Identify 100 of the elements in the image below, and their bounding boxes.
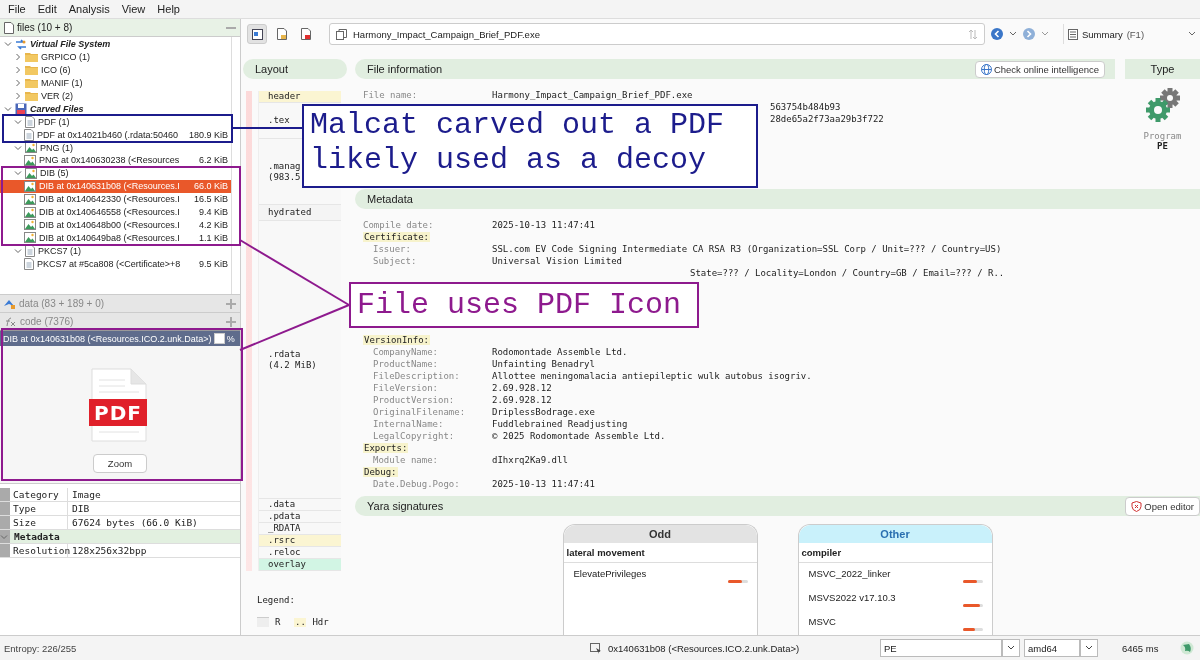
- image-icon: [24, 206, 36, 218]
- add-icon[interactable]: [226, 298, 236, 309]
- section-header: Layout: [243, 59, 347, 79]
- tree-item[interactable]: PNG at 0x140630238 (<Resources 6.2 KiB: [0, 154, 231, 167]
- pdf-label: PDF: [89, 399, 147, 426]
- field-label: Debug:: [363, 467, 398, 477]
- field-value: Allottee meningomalacia antiepileptic wulk autobus isogriv.: [492, 371, 812, 381]
- sort-icon[interactable]: [968, 28, 978, 40]
- folder-icon: [25, 65, 38, 76]
- field-label: FileDescription:: [372, 371, 461, 381]
- menu-item[interactable]: Analysis: [62, 2, 116, 16]
- tree-item[interactable]: GRPICO (1): [0, 50, 231, 64]
- zoom-button[interactable]: Zoom: [92, 454, 148, 473]
- type-format: PE: [1157, 141, 1168, 151]
- dropdown-button[interactable]: [1002, 639, 1020, 657]
- caret-icon: [1188, 31, 1196, 37]
- layout-section[interactable]: .reloc: [259, 547, 341, 559]
- layout-section[interactable]: .rsrc: [259, 535, 341, 547]
- image-icon: [25, 167, 37, 179]
- path-field[interactable]: Harmony_Impact_Campaign_Brief_PDF.exe: [329, 23, 985, 45]
- field-label: VersionInfo:: [363, 335, 431, 345]
- document-icon: [24, 257, 34, 270]
- architecture-field[interactable]: amd64: [1024, 639, 1080, 657]
- property-value: Image: [71, 489, 102, 500]
- tree-item[interactable]: DIB at 0x140648b00 (<Resources.I 4.2 KiB: [0, 218, 231, 232]
- rule-name: ElevatePrivileges: [573, 568, 648, 579]
- leader-line: [231, 127, 303, 129]
- tree-item[interactable]: DIB at 0x140649ba8 (<Resources.I 1.1 KiB: [0, 231, 231, 245]
- dropdown-button[interactable]: [1080, 639, 1098, 657]
- chevron-icon[interactable]: [14, 143, 22, 152]
- tree-item[interactable]: DIB (5): [0, 166, 231, 180]
- field-value: DriplessBodrage.exe: [492, 407, 595, 417]
- type-category: Program: [1143, 131, 1182, 141]
- file-icon: [301, 28, 311, 40]
- field-label: Module name:: [372, 455, 440, 465]
- property-name: Size: [10, 516, 68, 529]
- layout-section[interactable]: .pdata: [259, 511, 341, 523]
- caret-icon[interactable]: [1009, 31, 1017, 37]
- caret-icon[interactable]: [1041, 31, 1049, 37]
- menu-item[interactable]: Help: [151, 2, 186, 16]
- check-button[interactable]: Check online intelligence: [974, 60, 1105, 78]
- document-icon: [25, 115, 35, 128]
- tree-item[interactable]: PKCS7 at #5ca808 (<Certificate>+8 9.5 KiB: [0, 257, 231, 271]
- menu-item[interactable]: File: [2, 2, 32, 16]
- field-value: 2.69.928.12: [492, 395, 552, 405]
- field-value: 2025-10-13 11:47:41: [492, 220, 595, 230]
- function-icon: [4, 316, 16, 327]
- panel-title: files (10 + 8): [17, 22, 74, 33]
- tree-item[interactable]: DIB at 0x140631b08 (<Resources.I 66.0 KiB: [0, 179, 231, 193]
- field-label: LegalCopyright:: [372, 431, 456, 441]
- field-value: 563754b484b93: [770, 102, 841, 112]
- folder-icon: [25, 78, 38, 89]
- document-icon: [25, 244, 35, 257]
- view-dropdown[interactable]: Summary (F1): [1063, 24, 1200, 44]
- tree-item[interactable]: PNG (1): [0, 141, 231, 154]
- section-header: Metadata: [355, 189, 1200, 209]
- property-name: Category: [10, 488, 68, 501]
- layout-section[interactable]: hydrated: [259, 205, 341, 221]
- tree-item[interactable]: DIB at 0x140642330 (<Resources.I 16.5 KiB: [0, 192, 231, 206]
- field-label: OriginalFilename:: [372, 407, 467, 417]
- field-value: © 2025 Rodomontade Assemble Ltd.: [492, 431, 666, 441]
- panel-title: code (7376): [20, 316, 75, 327]
- add-icon[interactable]: [226, 316, 236, 327]
- chevron-icon[interactable]: [14, 169, 22, 178]
- card-title: Other: [798, 525, 992, 543]
- field-value: Universal Vision Limited: [492, 256, 623, 266]
- tree-item[interactable]: VER (2): [0, 89, 231, 103]
- layout-section[interactable]: _RDATA: [259, 523, 341, 535]
- copy-icon: [336, 28, 347, 40]
- menu-item[interactable]: Edit: [31, 2, 63, 16]
- property-name: Type: [10, 502, 68, 515]
- field-value: Harmony_Impact_Campaign_Brief_PDF.exe: [492, 90, 693, 100]
- row-header: [0, 502, 10, 515]
- layout-section[interactable]: header: [259, 91, 341, 103]
- field-label: ProductVersion:: [372, 395, 456, 405]
- layout-section[interactable]: .data: [259, 499, 341, 511]
- tree-item[interactable]: ICO (6): [0, 63, 231, 77]
- section-header: File information Check online intelligence: [355, 59, 1115, 79]
- view-button[interactable]: [247, 24, 267, 44]
- tree-item[interactable]: PDF at 0x14021b460 (.rdata:50460 180.9 KiB: [0, 128, 231, 142]
- globe-icon: [980, 63, 992, 75]
- section-header: Type: [1125, 59, 1200, 79]
- open-editor-button[interactable]: Open editor: [1125, 496, 1200, 516]
- field-value: Fuddlebrained Readjusting: [492, 419, 628, 429]
- tree-item[interactable]: PDF (1): [0, 115, 231, 129]
- field-value: 2.69.928.12: [492, 383, 552, 393]
- tree-item[interactable]: PKCS7 (1): [0, 244, 231, 258]
- format-field[interactable]: PE: [880, 639, 1002, 657]
- back-icon[interactable]: [991, 28, 1003, 40]
- forward-icon[interactable]: [1023, 28, 1035, 40]
- checkbox[interactable]: [213, 333, 225, 344]
- tree-item[interactable]: Carved Files: [0, 102, 231, 116]
- menu-item[interactable]: View: [115, 2, 152, 16]
- folder-icon: [25, 52, 38, 63]
- tree-item[interactable]: DIB at 0x140646558 (<Resources.I 9.4 KiB: [0, 205, 231, 219]
- panel-title: data (83 + 189 + 0): [19, 298, 106, 309]
- chevron-icon[interactable]: [14, 246, 22, 255]
- layout-section[interactable]: overlay: [259, 559, 341, 571]
- tree-item[interactable]: Virtual File System: [0, 38, 231, 51]
- tree-item[interactable]: MANIF (1): [0, 76, 231, 90]
